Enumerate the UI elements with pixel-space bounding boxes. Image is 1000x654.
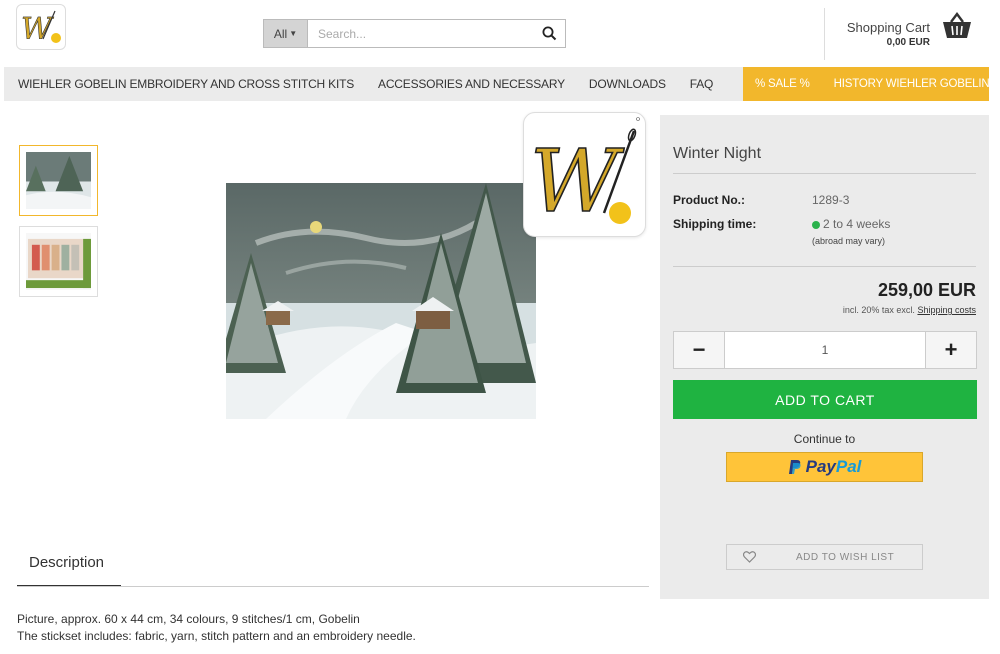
quantity-increase-button[interactable]: + xyxy=(925,332,976,368)
nav-item-faq[interactable]: FAQ xyxy=(678,77,725,91)
cart-total: 0,00 EUR xyxy=(886,37,930,48)
quantity-decrease-button[interactable]: − xyxy=(674,332,725,368)
tax-info: incl. 20% tax excl. Shipping costs xyxy=(843,305,976,315)
tax-text: incl. 20% tax excl. xyxy=(842,305,915,315)
basket-icon[interactable] xyxy=(941,12,973,40)
search-button[interactable] xyxy=(533,20,565,47)
heart-icon xyxy=(743,551,756,563)
product-no-value: 1289-3 xyxy=(812,193,850,207)
tab-description[interactable]: Description xyxy=(17,549,121,587)
minus-icon: − xyxy=(692,337,706,362)
brand-logo-badge: W xyxy=(523,112,646,237)
thumbnail-kit-contents[interactable] xyxy=(19,226,98,297)
paypal-text-pal: Pal xyxy=(835,457,862,476)
wish-list-label: ADD TO WISH LIST xyxy=(796,551,895,563)
wiehler-logo-icon: W xyxy=(21,10,61,47)
plus-icon: + xyxy=(944,337,958,362)
logo[interactable]: W xyxy=(16,4,66,50)
winter-scene-thumbnail-image xyxy=(26,152,91,209)
shipping-note: (abroad may vary) xyxy=(812,236,886,246)
quantity-stepper: − + xyxy=(673,331,977,369)
add-to-cart-button[interactable]: ADD TO CART xyxy=(673,380,977,419)
continue-to-label: Continue to xyxy=(793,432,856,446)
thumbnail-winter-night[interactable] xyxy=(19,145,98,216)
description-line-2: The stickset includes: fabric, yarn, sti… xyxy=(17,629,416,643)
nav-item-sale[interactable]: % SALE % xyxy=(743,78,822,90)
shipping-costs-link[interactable]: Shipping costs xyxy=(917,305,976,315)
svg-text:W: W xyxy=(21,12,54,47)
description-line-1: Picture, approx. 60 x 44 cm, 34 colours,… xyxy=(17,612,360,626)
search-category-dropdown[interactable]: All ▼ xyxy=(264,20,308,47)
tab-divider xyxy=(17,586,649,587)
divider xyxy=(673,173,976,174)
caret-down-icon: ▼ xyxy=(289,29,298,38)
product-info-panel: Winter Night Product No.: 1289-3 Shippin… xyxy=(660,115,989,599)
nav-item-history[interactable]: HISTORY WIEHLER GOBELIN xyxy=(822,78,1000,90)
product-no-label: Product No.: xyxy=(673,193,745,207)
search-bar: All ▼ xyxy=(263,19,566,48)
stock-status-dot-icon xyxy=(812,220,820,229)
cart-title: Shopping Cart xyxy=(846,20,930,35)
search-category-label: All xyxy=(273,26,288,41)
nav-item-kits[interactable]: WIEHLER GOBELIN EMBROIDERY AND CROSS STI… xyxy=(4,77,366,91)
paypal-text-pay: Pay xyxy=(805,457,836,476)
nav-highlight-group: % SALE % HISTORY WIEHLER GOBELIN xyxy=(743,67,990,101)
paypal-button[interactable]: Pay Pal xyxy=(726,452,923,482)
product-main-image[interactable] xyxy=(226,183,536,419)
product-title: Winter Night xyxy=(673,145,762,162)
search-input[interactable] xyxy=(308,20,533,47)
shipping-time-value: 2 to 4 weeks xyxy=(812,217,890,231)
shopping-cart-link[interactable]: Shopping Cart 0,00 EUR xyxy=(847,20,930,48)
wiehler-logo-icon: W xyxy=(529,117,640,233)
shipping-time-text: 2 to 4 weeks xyxy=(823,217,891,231)
quantity-input[interactable] xyxy=(725,332,925,368)
header-divider xyxy=(824,8,825,60)
nav-item-downloads[interactable]: DOWNLOADS xyxy=(577,77,678,91)
divider xyxy=(673,266,976,267)
winter-night-painting xyxy=(226,183,536,419)
shipping-time-label: Shipping time: xyxy=(673,217,757,231)
product-price: 259,00 EUR xyxy=(877,280,976,300)
add-to-wish-list-button[interactable]: ADD TO WISH LIST xyxy=(726,544,923,570)
search-icon xyxy=(542,26,556,41)
kit-contents-thumbnail-image xyxy=(26,233,91,290)
paypal-icon xyxy=(788,460,801,474)
main-nav: WIEHLER GOBELIN EMBROIDERY AND CROSS STI… xyxy=(4,67,990,101)
nav-item-accessories[interactable]: ACCESSORIES AND NECESSARY xyxy=(366,77,577,91)
